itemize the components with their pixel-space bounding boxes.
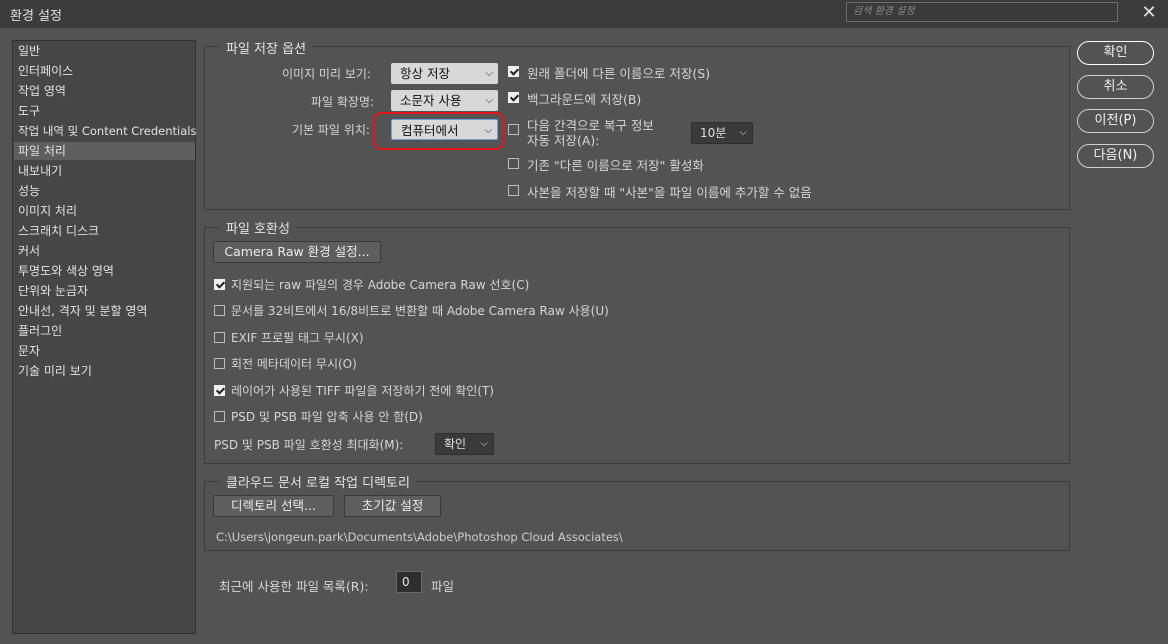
ok-button[interactable]: 확인 — [1077, 41, 1154, 65]
legacy-save-as-checkbox[interactable] — [508, 158, 519, 169]
sidebar-item[interactable]: 작업 내역 및 Content Credentials — [18, 122, 196, 140]
ignore-rotation-checkbox[interactable] — [214, 358, 225, 369]
prev-button[interactable]: 이전(P) — [1077, 109, 1154, 133]
sidebar-item[interactable]: 단위와 눈금자 — [18, 282, 88, 300]
recent-files-input[interactable]: 0 — [396, 571, 422, 593]
ignore-rotation-label: 회전 메타데이터 무시(O) — [231, 357, 357, 371]
extension-value: 소문자 사용 — [400, 93, 462, 108]
sidebar-item[interactable]: 문자 — [18, 342, 40, 360]
maximize-compat-label: PSD 및 PSB 파일 호환성 최대화(M): — [214, 438, 404, 452]
cloud-path: C:\Users\jongeun.park\Documents\Adobe\Ph… — [216, 530, 623, 544]
disable-psd-compression-label: PSD 및 PSB 파일 압축 사용 안 함(D) — [231, 410, 423, 424]
chevron-down-icon: ⌵ — [485, 68, 493, 79]
disable-psd-compression-checkbox[interactable] — [214, 411, 225, 422]
cancel-button[interactable]: 취소 — [1077, 75, 1154, 99]
sidebar-item[interactable]: 기술 미리 보기 — [18, 362, 92, 380]
sidebar: 일반인터페이스작업 영역도구작업 내역 및 Content Credential… — [12, 40, 196, 634]
extension-select[interactable]: 소문자 사용 ⌵ — [391, 90, 498, 111]
maximize-compat-select[interactable]: 확인 ⌵ — [435, 433, 494, 455]
maximize-compat-value: 확인 — [444, 437, 467, 451]
sidebar-item[interactable]: 커서 — [18, 242, 40, 260]
file-save-title: 파일 저장 옵션 — [220, 38, 313, 57]
recent-files-unit: 파일 — [431, 579, 455, 594]
chevron-down-icon: ⌵ — [480, 438, 488, 449]
compat-title: 파일 호환성 — [220, 218, 296, 237]
save-background-checkbox[interactable] — [508, 92, 519, 103]
close-icon[interactable]: ✕ — [1138, 2, 1160, 24]
sidebar-item[interactable]: 인터페이스 — [18, 62, 73, 80]
save-background-label: 백그라운드에 저장(B) — [527, 92, 642, 107]
sidebar-item[interactable]: 성능 — [18, 182, 40, 200]
prefer-acr-label: 지원되는 raw 파일의 경우 Adobe Camera Raw 선호(C) — [231, 278, 530, 292]
autosave-checkbox[interactable] — [508, 124, 519, 135]
ignore-exif-checkbox[interactable] — [214, 332, 225, 343]
save-original-folder-label: 원래 폴더에 다른 이름으로 저장(S) — [527, 66, 711, 81]
sidebar-item[interactable]: 파일 처리 — [14, 142, 195, 160]
prefer-acr-checkbox[interactable] — [214, 279, 225, 290]
sidebar-item[interactable]: 투명도와 색상 영역 — [18, 262, 114, 280]
autosave-label-line2: 자동 저장(A): — [527, 133, 600, 148]
tiff-layers-label: 레이어가 사용된 TIFF 파일을 저장하기 전에 확인(T) — [231, 384, 494, 398]
sidebar-item[interactable]: 작업 영역 — [18, 82, 66, 100]
sidebar-item[interactable]: 도구 — [18, 102, 40, 120]
autosave-interval-value: 10분 — [700, 126, 727, 140]
cloud-title: 클라우드 문서 로컬 작업 디렉토리 — [220, 472, 416, 491]
sidebar-item[interactable]: 이미지 처리 — [18, 202, 77, 220]
sidebar-item[interactable]: 안내선, 격자 및 분할 영역 — [18, 302, 147, 320]
sidebar-item[interactable]: 일반 — [18, 42, 40, 60]
sidebar-item[interactable]: 플러그인 — [18, 322, 62, 340]
save-original-folder-checkbox[interactable] — [508, 66, 519, 77]
recent-files-label: 최근에 사용한 파일 목록(R): — [219, 579, 369, 594]
default-location-label: 기본 파일 위치: — [292, 123, 370, 137]
reset-directory-button[interactable]: 초기값 설정 — [344, 495, 441, 517]
choose-directory-button[interactable]: 디렉토리 선택... — [213, 495, 334, 517]
chevron-down-icon: ⌵ — [485, 95, 493, 106]
no-copy-suffix-checkbox[interactable] — [508, 185, 519, 196]
sidebar-item[interactable]: 스크래치 디스크 — [18, 222, 99, 240]
extension-label: 파일 확장명: — [311, 95, 375, 109]
ignore-exif-label: EXIF 프로필 태그 무시(X) — [231, 331, 364, 345]
image-preview-label: 이미지 미리 보기: — [282, 67, 371, 81]
next-button[interactable]: 다음(N) — [1077, 144, 1154, 168]
tiff-layers-checkbox[interactable] — [214, 385, 225, 396]
autosave-interval-select[interactable]: 10분 ⌵ — [691, 122, 753, 144]
search-input[interactable]: 검색 환경 설정 — [846, 2, 1118, 22]
legacy-save-as-label: 기존 "다른 이름으로 저장" 활성화 — [527, 158, 704, 173]
sidebar-item[interactable]: 내보내기 — [18, 162, 62, 180]
highlight-ring — [373, 112, 505, 150]
image-preview-select[interactable]: 항상 저장 ⌵ — [391, 63, 498, 84]
image-preview-value: 항상 저장 — [400, 66, 450, 81]
acr-32to16-checkbox[interactable] — [214, 305, 225, 316]
chevron-down-icon: ⌵ — [739, 127, 747, 138]
acr-32to16-label: 문서를 32비트에서 16/8비트로 변환할 때 Adobe Camera Ra… — [231, 304, 609, 318]
camera-raw-button[interactable]: Camera Raw 환경 설정... — [213, 241, 381, 263]
no-copy-suffix-label: 사본을 저장할 때 "사본"을 파일 이름에 추가할 수 없음 — [527, 185, 812, 200]
window-title: 환경 설정 — [10, 9, 62, 24]
